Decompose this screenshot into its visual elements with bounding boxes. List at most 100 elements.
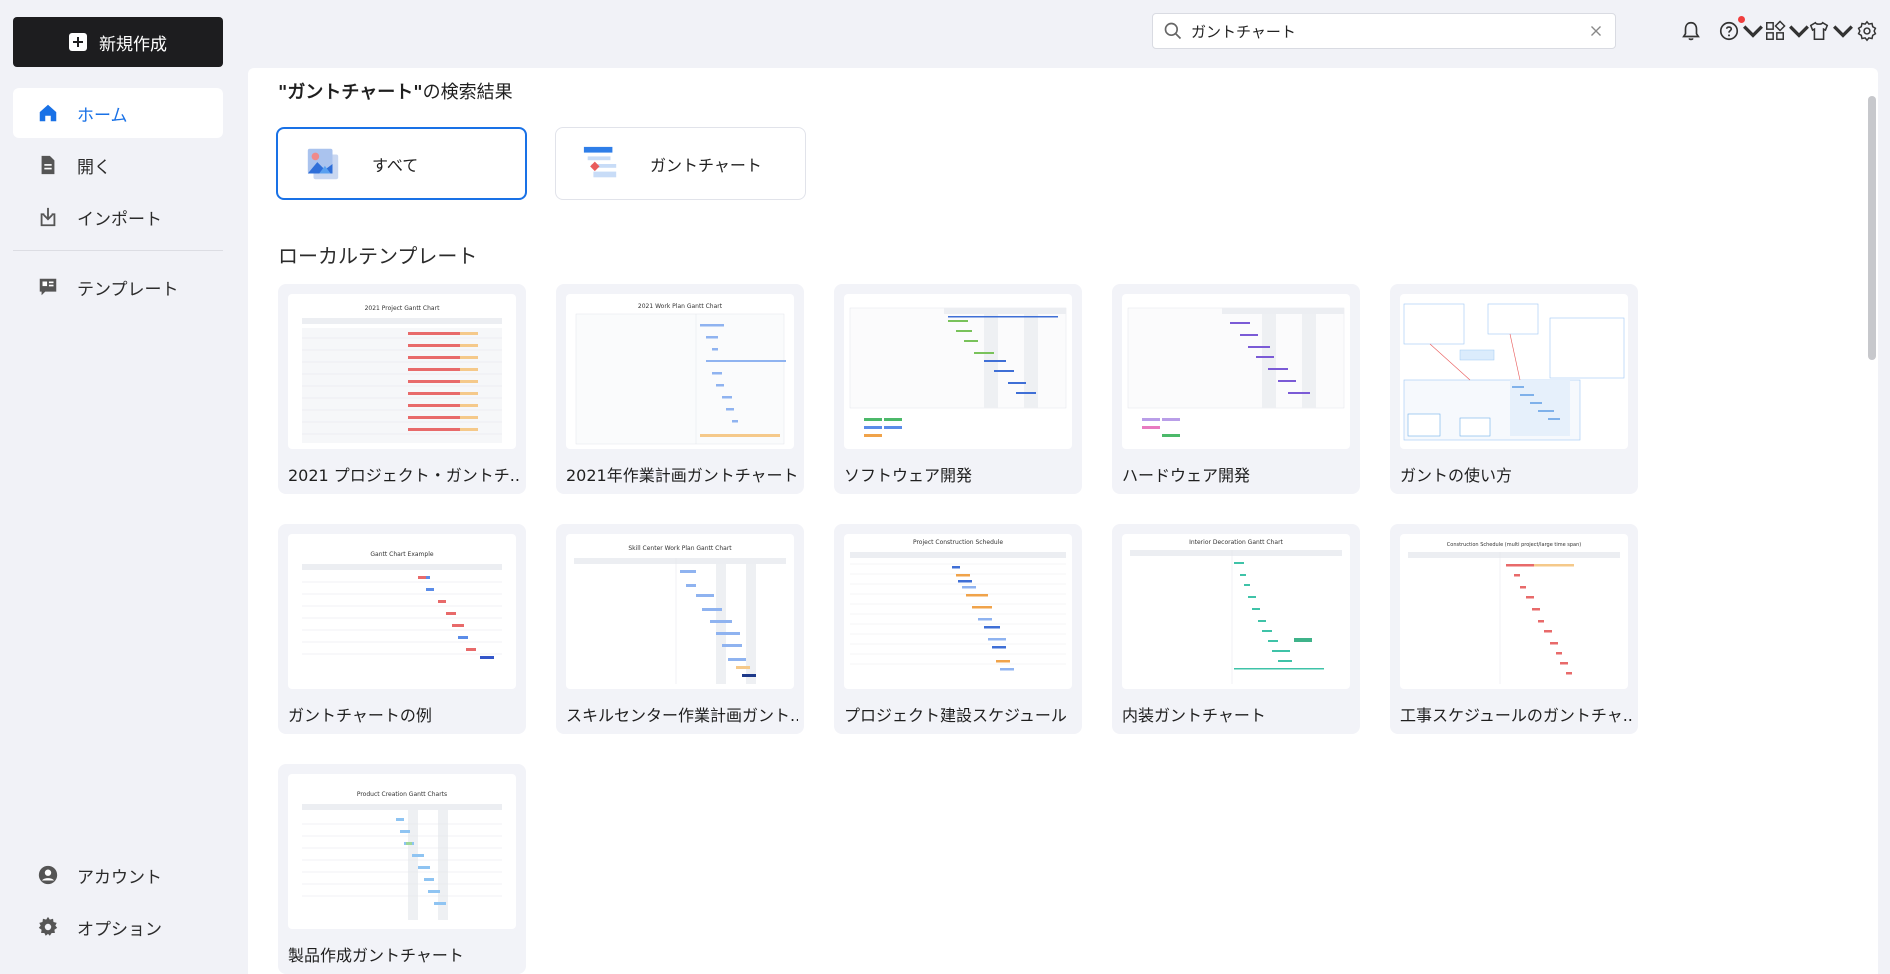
thumb-title: Skill Center Work Plan Gantt Chart [628, 545, 732, 552]
sidebar-item-label: アカウント [77, 867, 162, 888]
template-card[interactable]: ガントの使い方 [1390, 284, 1638, 494]
search-result-heading: "ガントチャート"の検索結果 [278, 78, 513, 104]
sidebar-item-label: インポート [77, 209, 162, 230]
theme-button[interactable] [1808, 18, 1854, 44]
template-card[interactable]: ハードウェア開発 [1112, 284, 1360, 494]
plus-icon [69, 33, 87, 51]
template-name: プロジェクト建設スケジュール [844, 706, 1067, 725]
new-create-label: 新規作成 [99, 34, 167, 55]
template-name: ガントチャートの例 [288, 706, 432, 725]
import-icon [37, 206, 59, 228]
gantt-thumbnail: Product Creation Gantt Charts [302, 791, 502, 920]
template-card[interactable]: Construction Schedule (multi project/lar… [1390, 524, 1638, 734]
gantt-thumbnail: 2021 Project Gantt Chart [302, 305, 502, 443]
thumb-title: Construction Schedule (multi project/lar… [1447, 542, 1582, 548]
home-icon [37, 102, 59, 124]
template-thumbnail [844, 294, 1072, 449]
thumb-title: Project Construction Schedule [913, 539, 1003, 546]
settings-button[interactable] [1856, 18, 1878, 44]
notification-dot [1738, 16, 1745, 23]
sidebar-item-home[interactable]: ホーム [13, 88, 223, 138]
template-thumbnail: 2021 Project Gantt Chart [288, 294, 516, 449]
sidebar-item-open[interactable]: 開く [13, 140, 223, 190]
apps-icon [1766, 20, 1786, 40]
close-icon[interactable] [1587, 22, 1605, 40]
file-icon [37, 154, 59, 176]
filter-gantt[interactable]: ガントチャート [555, 127, 806, 200]
notification-button[interactable] [1680, 18, 1702, 44]
gantt-thumbnail: Skill Center Work Plan Gantt Chart [574, 545, 786, 684]
template-thumbnail: Construction Schedule (multi project/lar… [1400, 534, 1628, 689]
template-name: 2021年作業計画ガントチャート [566, 466, 798, 485]
template-card[interactable]: Product Creation Gantt Charts 製品作成ガントチャー… [278, 764, 526, 974]
gantt-thumbnail [1403, 303, 1625, 441]
filter-all[interactable]: すべて [276, 127, 527, 200]
images-icon [307, 148, 339, 179]
template-name: ガントの使い方 [1400, 466, 1513, 485]
main-panel: "ガントチャート"の検索結果 すべて ガントチャート ローカルテンプレート 20… [248, 68, 1878, 974]
template-name: スキルセンター作業計画ガント... [566, 706, 798, 725]
new-create-button[interactable]: 新規作成 [13, 17, 223, 67]
sidebar-item-import[interactable]: インポート [13, 192, 223, 242]
template-name: 工事スケジュールのガントチャ... [1400, 706, 1632, 725]
thumb-title: Product Creation Gantt Charts [357, 791, 447, 798]
gear-icon [37, 916, 59, 938]
template-name: ソフトウェア開発 [844, 466, 973, 485]
bell-icon [1682, 21, 1700, 41]
thumb-title: Gantt Chart Example [370, 551, 433, 558]
search-box[interactable] [1152, 13, 1616, 49]
sidebar-divider [13, 250, 223, 251]
chevron-down-icon [1833, 25, 1853, 38]
search-query: "ガントチャート" [278, 82, 423, 103]
sidebar-item-label: テンプレート [77, 279, 179, 300]
chevron-down-icon [1743, 25, 1763, 38]
user-icon [37, 864, 59, 886]
template-card[interactable]: Gantt Chart Example ガントチャートの例 [278, 524, 526, 734]
chevron-down-icon [1789, 25, 1809, 38]
apps-button[interactable] [1764, 18, 1810, 44]
template-thumbnail: Project Construction Schedule [844, 534, 1072, 689]
help-button[interactable] [1718, 16, 1764, 44]
search-input[interactable] [1191, 22, 1587, 40]
sidebar-item-label: オプション [77, 919, 162, 940]
sidebar-item-options[interactable]: オプション [13, 902, 223, 952]
template-name: ハードウェア開発 [1122, 466, 1251, 485]
section-title: ローカルテンプレート [278, 244, 478, 268]
sidebar-item-label: 開く [77, 157, 111, 178]
template-card[interactable]: 2021 Work Plan Gantt Chart 2021年作業計画ガントチ… [556, 284, 804, 494]
gantt-thumbnail [1127, 307, 1345, 437]
template-thumbnail: Skill Center Work Plan Gantt Chart [566, 534, 794, 689]
gantt-thumbnail [849, 307, 1067, 437]
template-card[interactable]: Project Construction Schedule プロジェクト建設スケ… [834, 524, 1082, 734]
template-card[interactable]: ソフトウェア開発 [834, 284, 1082, 494]
template-thumbnail [1400, 294, 1628, 449]
thumb-title: 2021 Project Gantt Chart [365, 305, 440, 312]
template-thumbnail: 2021 Work Plan Gantt Chart [566, 294, 794, 449]
gantt-thumbnail: Interior Decoration Gantt Chart [1130, 539, 1342, 684]
gantt-thumbnail: Construction Schedule (multi project/lar… [1408, 542, 1620, 684]
template-name: 2021 プロジェクト・ガントチ... [288, 466, 520, 485]
gantt-icon [583, 146, 617, 177]
template-card[interactable]: Interior Decoration Gantt Chart 内装ガントチャー… [1112, 524, 1360, 734]
gantt-thumbnail: 2021 Work Plan Gantt Chart [575, 303, 786, 445]
filter-gantt-label: ガントチャート [650, 155, 762, 175]
sidebar-item-label: ホーム [77, 105, 128, 126]
gantt-thumbnail: Gantt Chart Example [302, 551, 502, 659]
thumb-title: 2021 Work Plan Gantt Chart [638, 303, 723, 310]
template-thumbnail [1122, 294, 1350, 449]
filter-all-label: すべて [372, 155, 419, 175]
template-icon [37, 276, 59, 298]
template-thumbnail: Gantt Chart Example [288, 534, 516, 689]
gantt-thumbnail: Project Construction Schedule [850, 539, 1066, 671]
template-name: 内装ガントチャート [1122, 706, 1266, 725]
template-card[interactable]: 2021 Project Gantt Chart 2021 プロジェクト・ガント… [278, 284, 526, 494]
template-card[interactable]: Skill Center Work Plan Gantt Chart スキルセン… [556, 524, 804, 734]
sidebar-item-account[interactable]: アカウント [13, 850, 223, 900]
scrollbar-thumb[interactable] [1868, 96, 1876, 360]
search-icon [1164, 22, 1182, 40]
template-thumbnail: Product Creation Gantt Charts [288, 774, 516, 929]
search-result-suffix: の検索結果 [422, 82, 513, 103]
settings-icon [1857, 20, 1877, 42]
sidebar-item-templates[interactable]: テンプレート [13, 262, 223, 312]
template-name: 製品作成ガントチャート [288, 946, 464, 965]
